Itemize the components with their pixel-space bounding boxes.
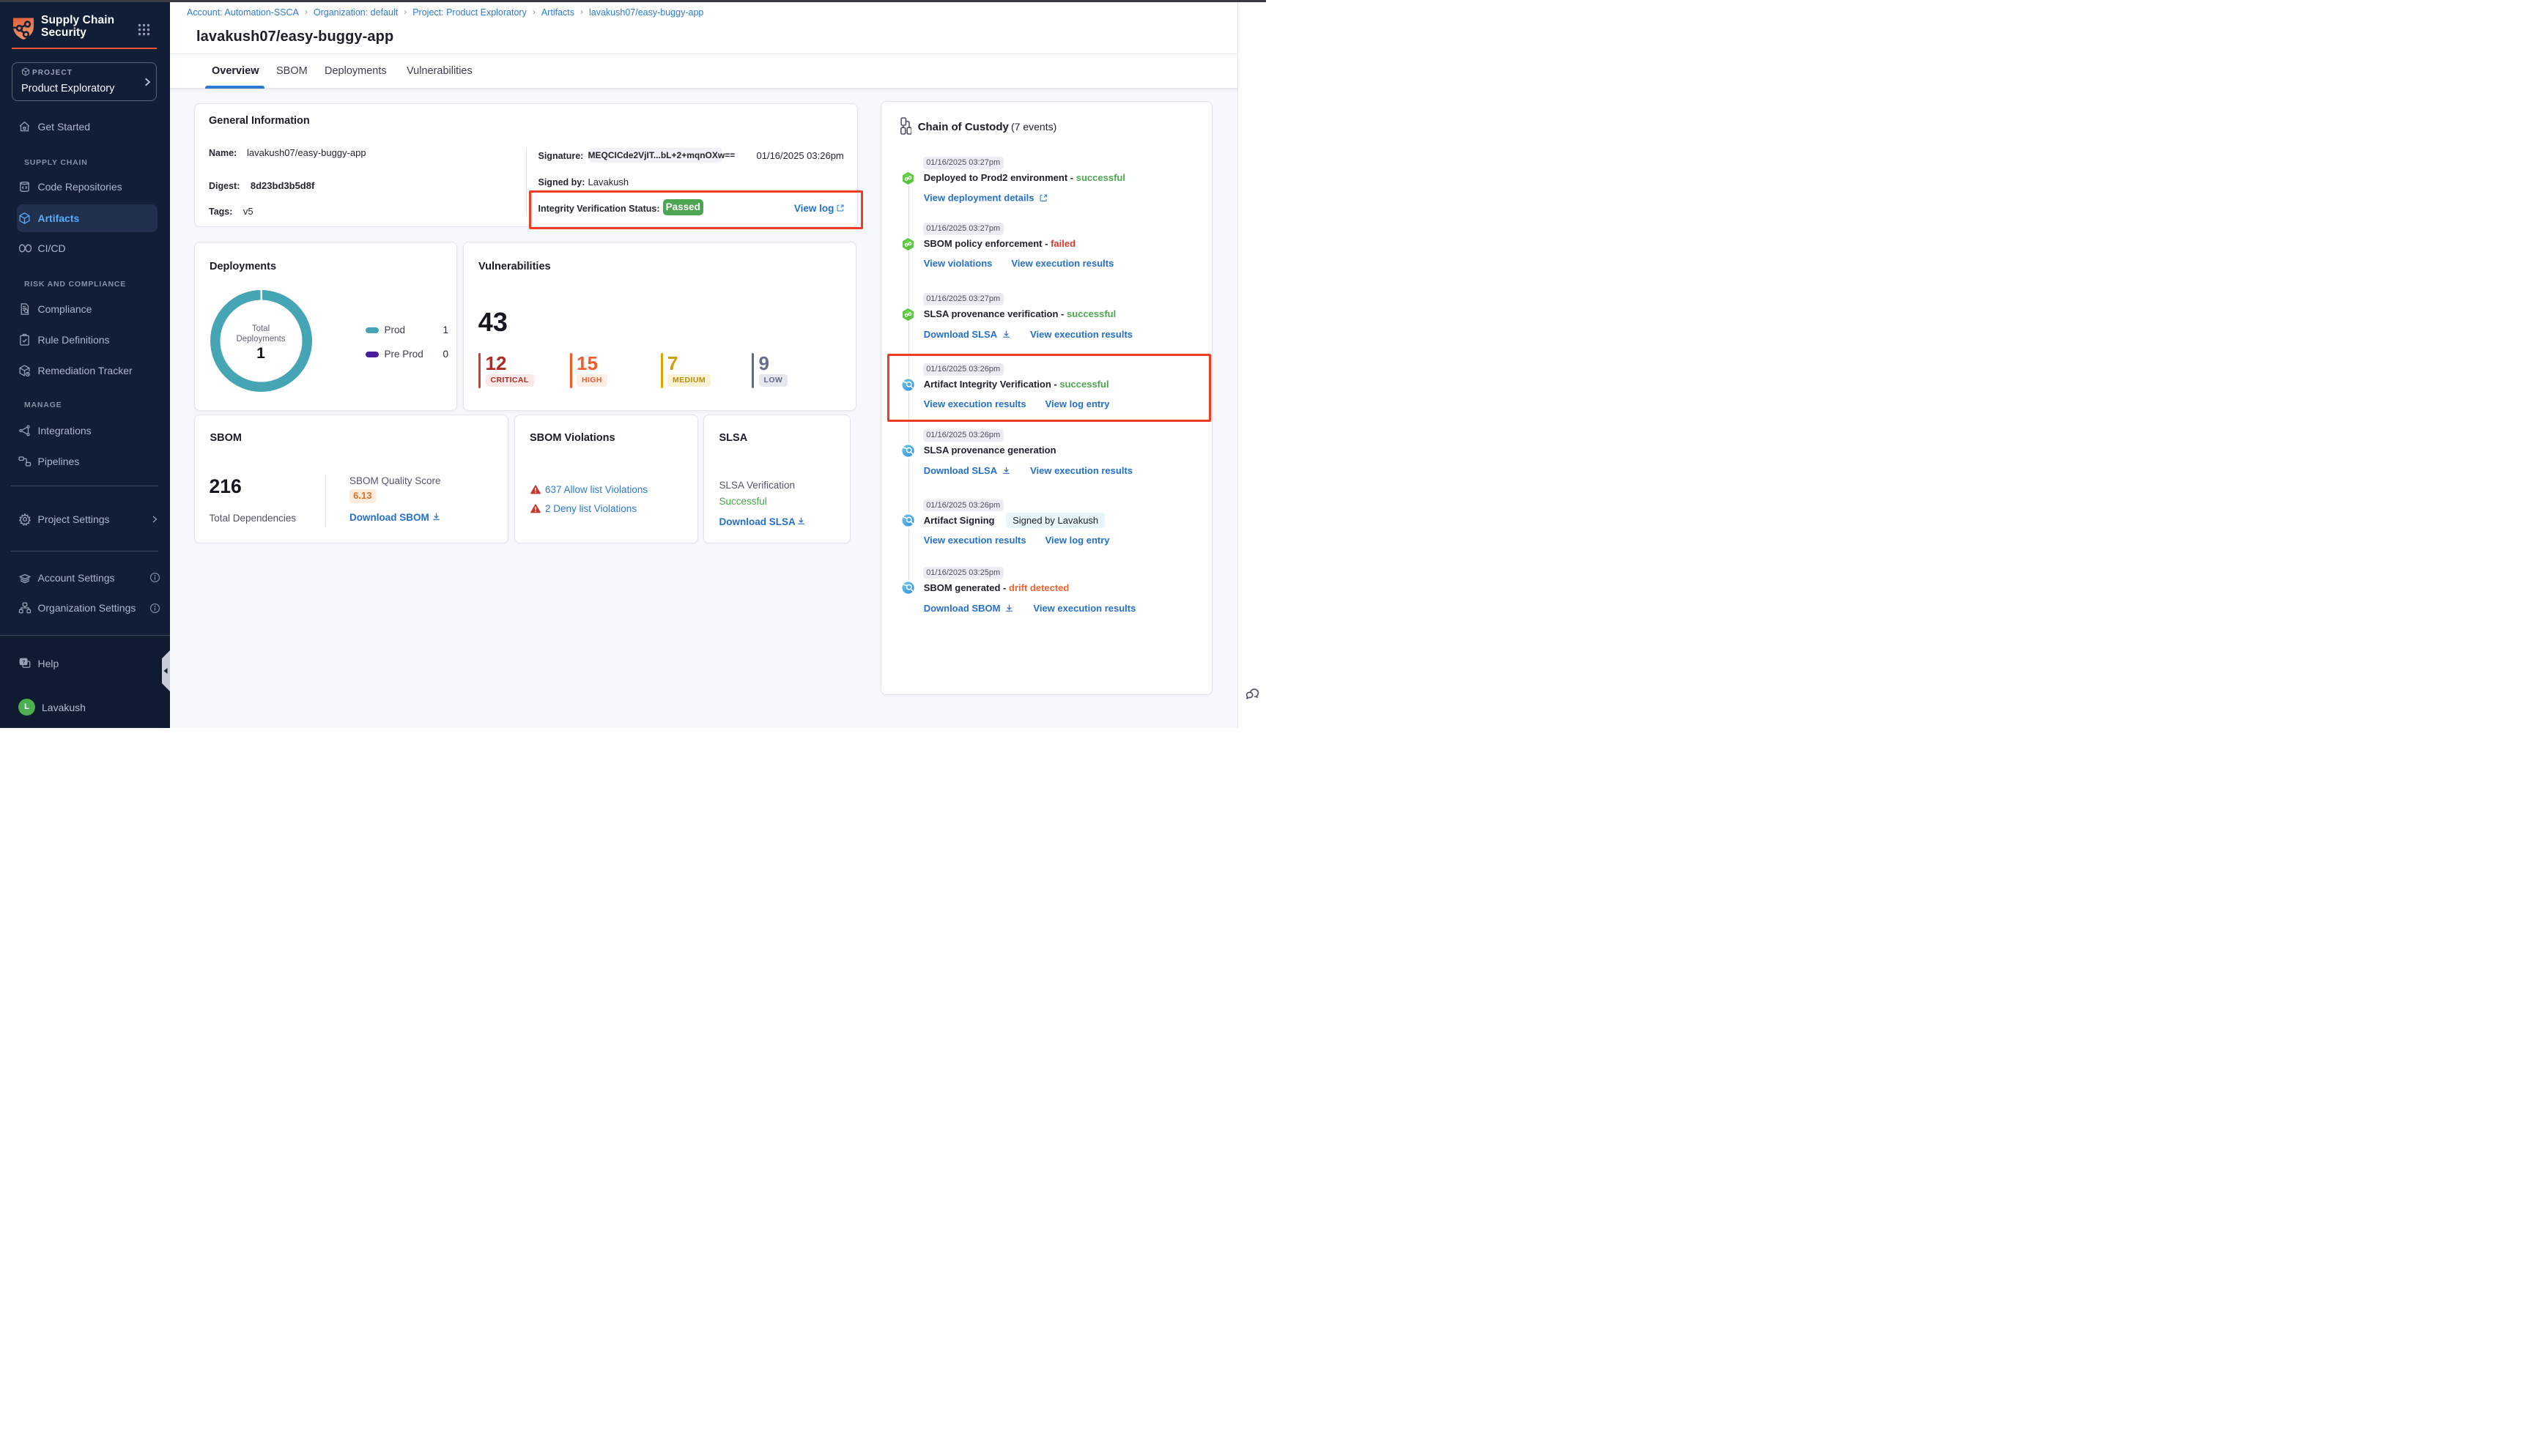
svg-text:?: ? — [22, 660, 25, 665]
